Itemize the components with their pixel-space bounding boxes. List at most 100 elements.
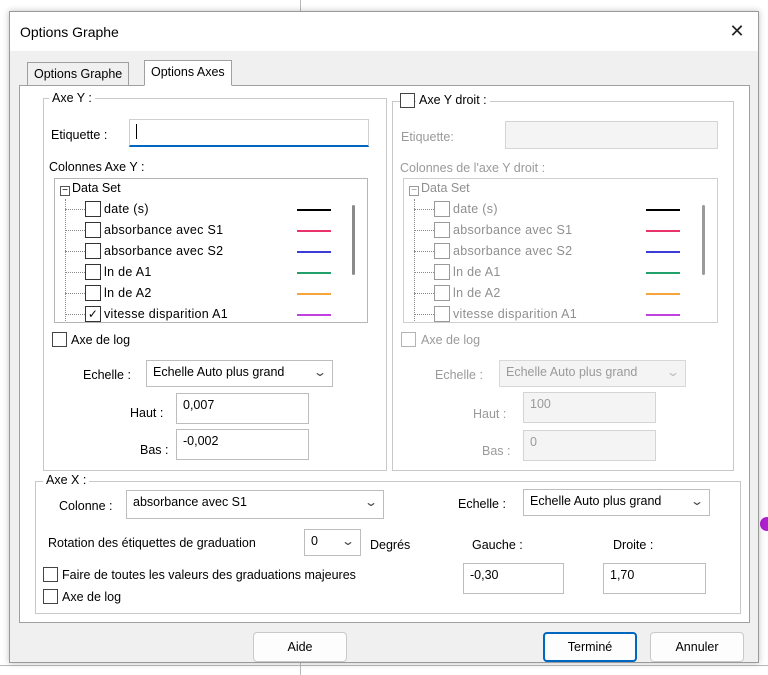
x-left-input[interactable]: -0,30 [463,563,564,594]
checkbox[interactable] [434,243,450,259]
series-color-swatch [297,272,331,274]
tab-options-graphe[interactable]: Options Graphe [27,62,130,86]
chevron-down-icon: ⌄ [689,494,705,508]
background-gridline [0,665,768,666]
tab-pane-axes: Axe Y : Etiquette : Colonnes Axe Y : − Da… [19,85,750,623]
y-log-checkbox[interactable] [52,332,67,347]
y-right-group-label: Axe Y droit : [416,93,490,107]
y-right-label-input[interactable] [505,121,718,149]
checkbox[interactable] [434,285,450,301]
y-columns-tree[interactable]: − Data Set date (s) absorbance avec S1 ab… [54,178,368,323]
y-right-scale-select[interactable]: Echelle Auto plus grand ⌄ [499,360,686,387]
y-right-log-checkbox[interactable] [401,332,416,347]
chevron-down-icon: ⌄ [312,365,328,379]
x-degrees-caption: Degrés [370,538,411,552]
y-scale-select[interactable]: Echelle Auto plus grand ⌄ [146,360,333,387]
x-left-caption: Gauche : [472,538,523,552]
y-columns-caption: Colonnes Axe Y : [49,160,145,174]
y-right-high-input[interactable]: 100 [523,392,656,423]
tree-row-vitesse-a1[interactable]: vitesse disparition A1 [404,304,717,322]
checkbox[interactable] [434,201,450,217]
x-column-select[interactable]: absorbance avec S1 ⌄ [126,490,384,519]
checkbox[interactable] [85,201,101,217]
x-major-values-checkbox[interactable] [43,567,58,582]
help-button[interactable]: Aide [253,632,347,662]
close-button[interactable]: ✕ [720,16,754,46]
checkbox[interactable] [85,264,101,280]
x-right-caption: Droite : [613,538,654,552]
tree-row-ln-a2[interactable]: ln de A2 [55,283,367,304]
series-color-swatch [646,272,680,274]
tree-row-vitesse-a1[interactable]: ✓ vitesse disparition A1 [55,304,367,322]
y-high-input[interactable]: 0,007 [176,393,309,424]
column-name: absorbance avec S2 [453,244,573,258]
column-name: absorbance avec S2 [104,244,224,258]
x-right-input[interactable]: 1,70 [603,563,706,594]
cancel-button[interactable]: Annuler [650,632,744,662]
column-name: vitesse disparition A1 [104,307,229,321]
series-color-swatch [297,314,331,316]
x-rotation-select[interactable]: 0 ⌄ [304,529,361,556]
x-column-caption: Colonne : [59,499,113,513]
tree-row-date[interactable]: date (s) [55,199,367,220]
checkbox[interactable] [85,285,101,301]
tree-root[interactable]: − Data Set [409,181,470,196]
series-color-swatch [646,314,680,316]
y-right-enable-checkbox[interactable] [400,93,415,108]
series-color-swatch [297,293,331,295]
checkbox[interactable] [85,243,101,259]
x-scale-select[interactable]: Echelle Auto plus grand ⌄ [523,489,710,516]
column-name: ln de A2 [104,286,152,300]
y-log-caption: Axe de log [71,333,131,347]
tree-row-absorbance-s1[interactable]: absorbance avec S1 [55,220,367,241]
column-name: absorbance avec S1 [104,223,224,237]
y-scale-caption: Echelle : [83,368,131,382]
y-right-log-caption: Axe de log [421,333,481,347]
close-icon: ✕ [729,20,745,41]
x-log-checkbox[interactable] [43,589,58,604]
y-right-high-caption: Haut : [473,407,507,421]
tab-options-axes[interactable]: Options Axes [144,60,232,86]
collapse-icon[interactable]: − [409,186,419,196]
column-name: ln de A1 [104,265,152,279]
checkbox[interactable] [85,222,101,238]
y-right-low-input[interactable]: 0 [523,430,656,461]
chevron-down-icon: ⌄ [665,365,681,379]
tree-root[interactable]: − Data Set [60,181,121,196]
y-right-columns-caption: Colonnes de l'axe Y droit : [400,161,546,175]
series-color-swatch [646,251,680,253]
tree-row-absorbance-s1[interactable]: absorbance avec S1 [404,220,717,241]
series-color-swatch [297,209,331,211]
done-button[interactable]: Terminé [543,632,637,662]
checkbox-checked[interactable]: ✓ [85,306,101,322]
checkbox[interactable] [434,306,450,322]
x-scale-caption: Echelle : [458,497,506,511]
column-name: ln de A2 [453,286,501,300]
x-major-values-caption: Faire de toutes les valeurs des graduati… [62,568,356,582]
x-axis-group-label: Axe X : [43,473,90,487]
y-low-input[interactable]: -0,002 [176,429,309,460]
column-name: absorbance avec S1 [453,223,573,237]
tree-row-absorbance-s2[interactable]: absorbance avec S2 [404,241,717,262]
checkbox[interactable] [434,222,450,238]
tree-row-ln-a2[interactable]: ln de A2 [404,283,717,304]
y-label-input[interactable] [129,119,369,147]
text-cursor [136,124,137,139]
tree-scrollbar[interactable] [352,205,355,275]
y-right-label-caption: Etiquette: [401,130,454,144]
y-low-caption: Bas : [140,443,169,457]
y-high-caption: Haut : [130,406,164,420]
tree-row-date[interactable]: date (s) [404,199,717,220]
tree-scrollbar[interactable] [702,205,705,275]
checkbox[interactable] [434,264,450,280]
series-color-swatch [297,251,331,253]
tree-row-ln-a1[interactable]: ln de A1 [404,262,717,283]
x-log-caption: Axe de log [62,590,122,604]
y-right-columns-tree[interactable]: − Data Set date (s) absorbance avec S1 ab… [403,178,718,323]
collapse-icon[interactable]: − [60,186,70,196]
tree-row-absorbance-s2[interactable]: absorbance avec S2 [55,241,367,262]
series-color-swatch [646,209,680,211]
tree-row-ln-a1[interactable]: ln de A1 [55,262,367,283]
background-gridline [300,0,301,11]
column-name: date (s) [104,202,149,216]
